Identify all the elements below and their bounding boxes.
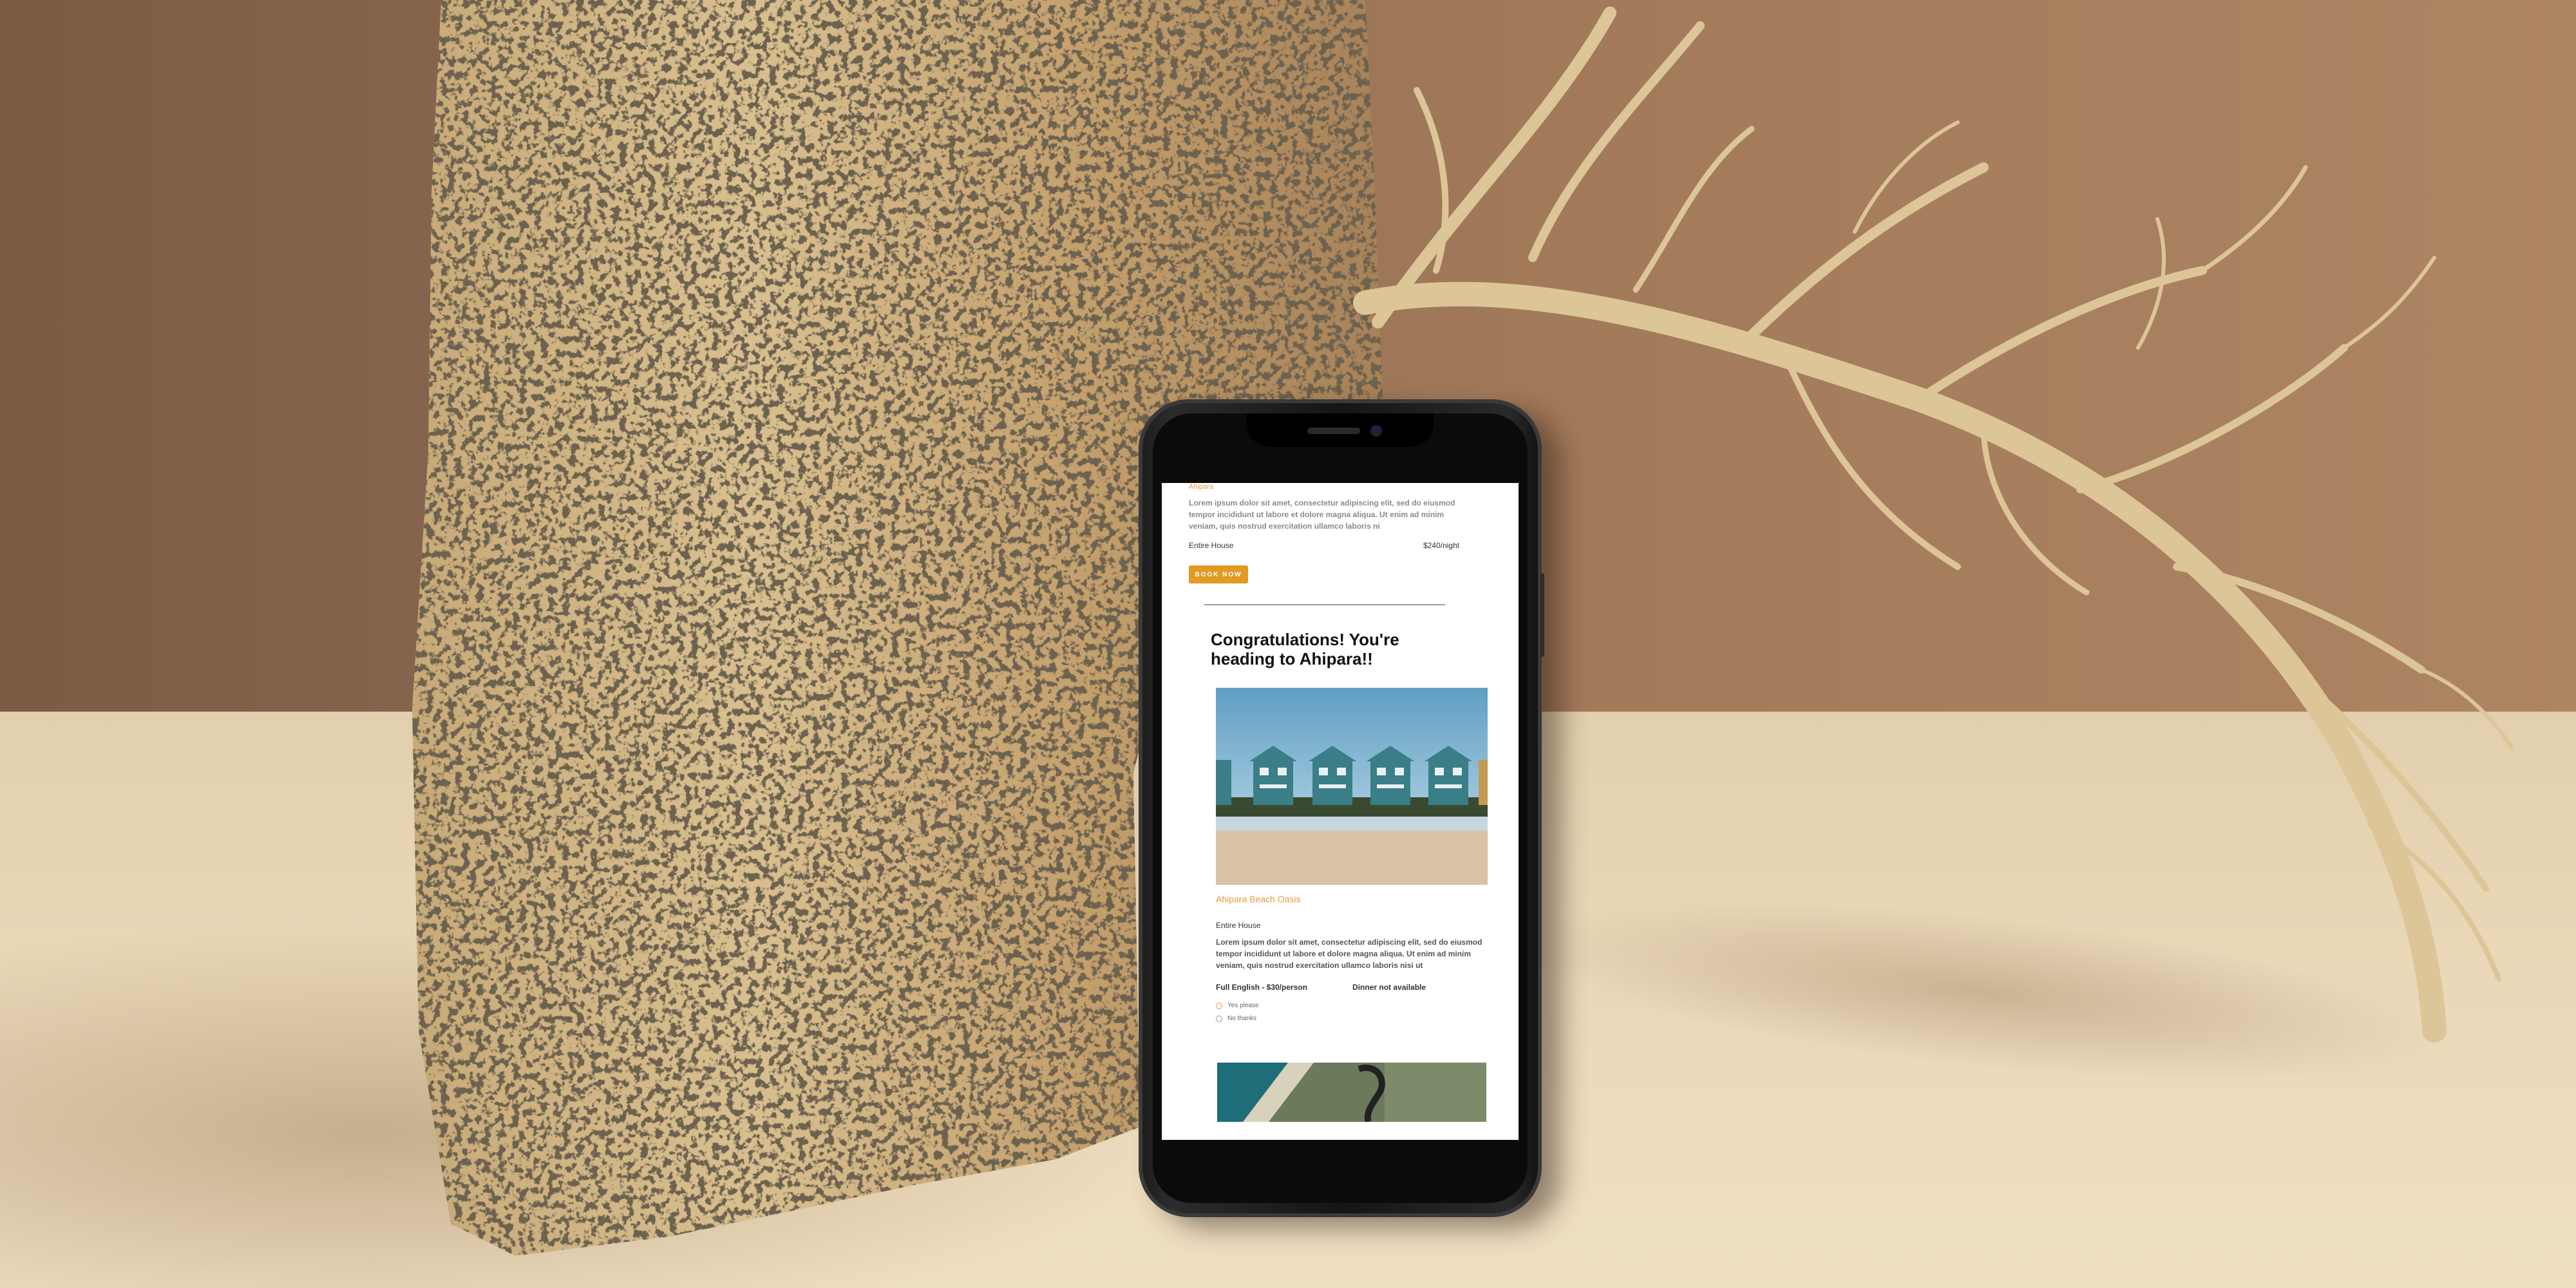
side-button	[1540, 573, 1544, 657]
smartphone: Ahipara Lorem ipsum dolor sit amet, cons…	[1139, 399, 1544, 1217]
listing-type: Entire House	[1189, 541, 1234, 550]
radio-label: Yes please	[1227, 1002, 1259, 1009]
radio-selected-icon[interactable]	[1216, 1002, 1222, 1009]
meal-options-row: Full English - $30/person Dinner not ava…	[1216, 983, 1486, 992]
email-screen[interactable]: Ahipara Lorem ipsum dolor sit amet, cons…	[1162, 483, 1519, 1140]
radio-unselected-icon[interactable]	[1216, 1015, 1222, 1022]
breakfast-option: Full English - $30/person	[1216, 983, 1308, 992]
radio-no-thanks[interactable]: No thanks	[1216, 1015, 1256, 1022]
dinner-option: Dinner not available	[1352, 983, 1426, 992]
book-now-button[interactable]: BOOK NOW	[1189, 565, 1248, 583]
radio-label: No thanks	[1227, 1015, 1257, 1022]
radio-yes-please[interactable]: Yes please	[1216, 1002, 1259, 1009]
section-divider	[1204, 604, 1445, 605]
property-name[interactable]: Ahipara Beach Oasis	[1216, 894, 1301, 904]
property-type: Entire House	[1216, 921, 1261, 930]
listing-meta-row: Entire House $240/night	[1189, 541, 1459, 550]
property-description: Lorem ipsum dolor sit amet, consectetur …	[1216, 938, 1482, 970]
listing-price: $240/night	[1423, 541, 1459, 550]
aerial-coast-photo	[1217, 1063, 1486, 1122]
speaker-icon	[1307, 428, 1360, 434]
confirmation-heading: Congratulations! You're heading to Ahipa…	[1211, 630, 1399, 668]
listing-description: Lorem ipsum dolor sit amet, consectetur …	[1189, 498, 1455, 531]
listing-area[interactable]: Ahipara	[1189, 483, 1213, 491]
beach-houses-photo	[1216, 688, 1488, 885]
camera-icon	[1370, 425, 1382, 437]
